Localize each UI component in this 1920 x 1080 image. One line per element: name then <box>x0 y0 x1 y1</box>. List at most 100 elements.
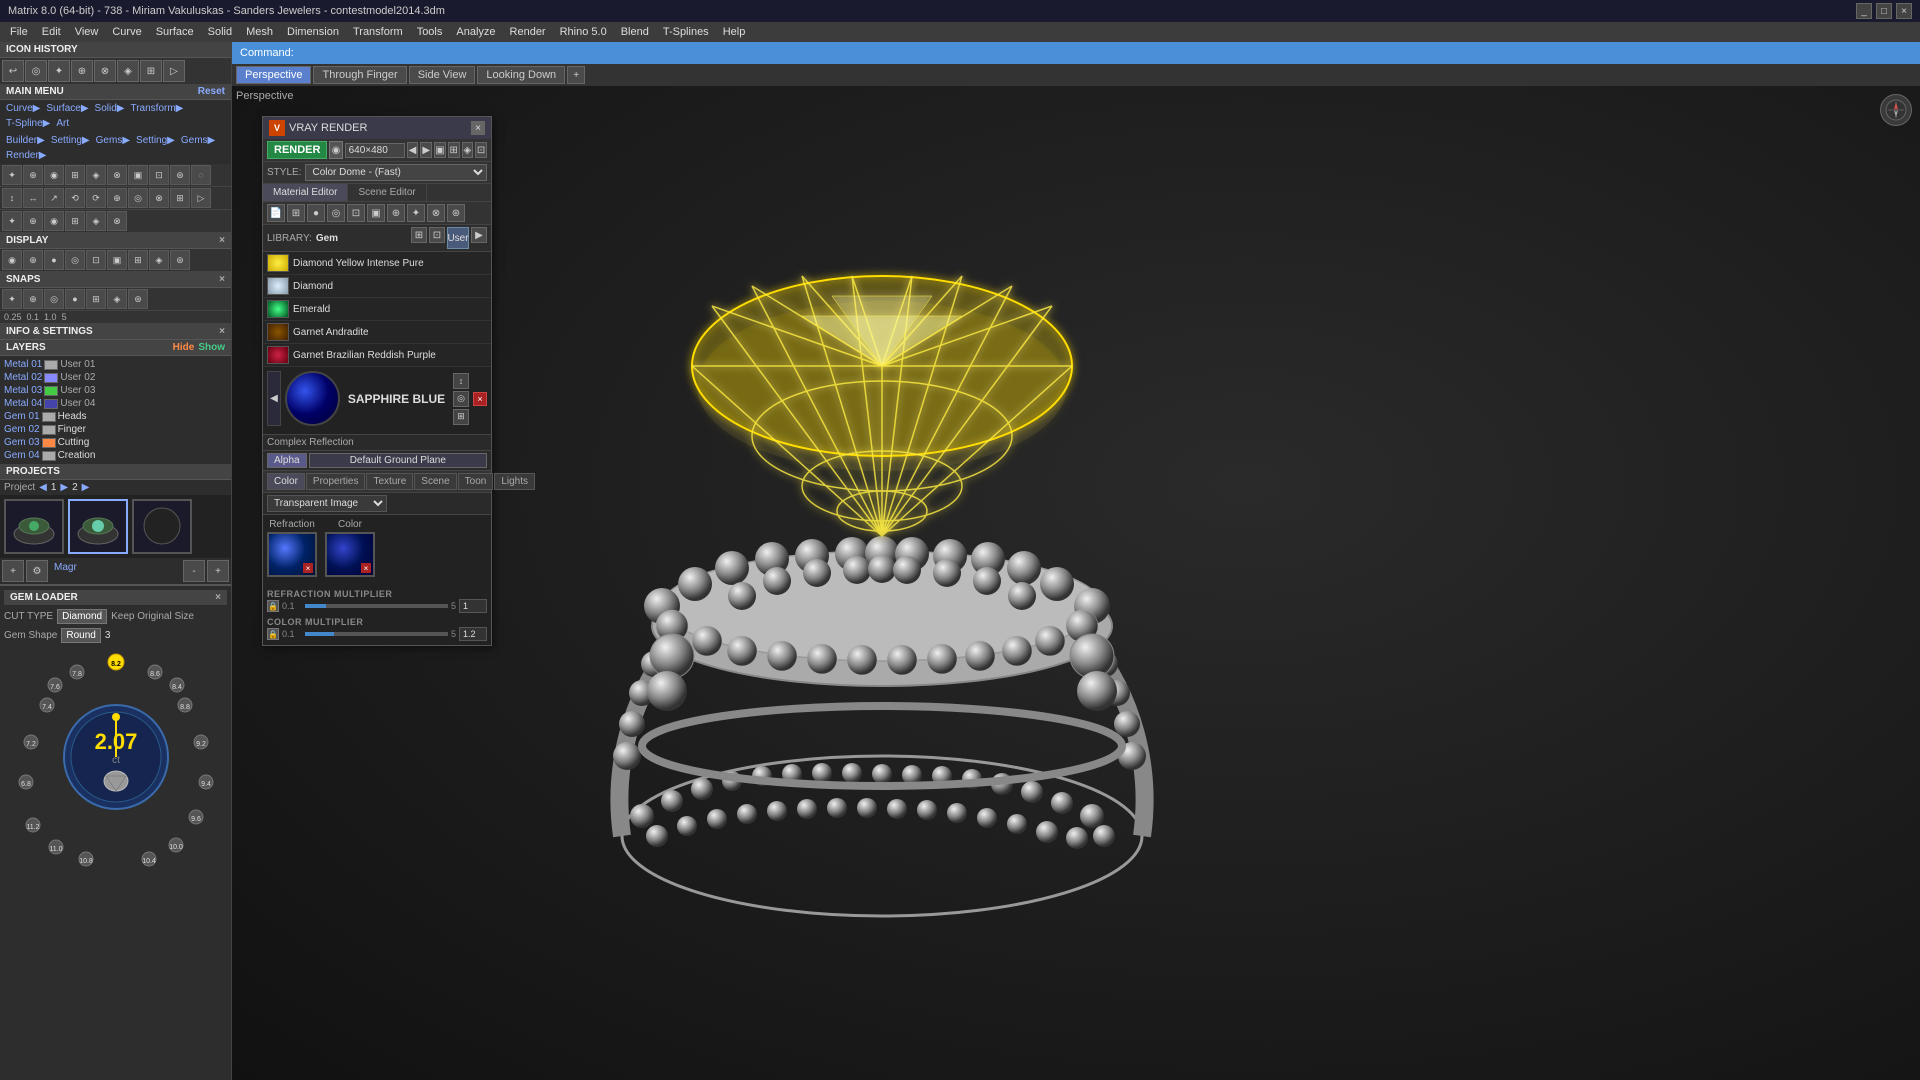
menu-solid[interactable]: Solid <box>202 25 238 39</box>
project-thumb-1[interactable] <box>4 499 64 554</box>
disp-btn-3[interactable]: ● <box>44 250 64 270</box>
preview-delete-btn[interactable]: × <box>473 392 487 406</box>
view-btn-2[interactable]: ⊞ <box>448 142 460 158</box>
tool-2[interactable]: ⊕ <box>23 165 43 185</box>
menu-surface-item[interactable]: Surface▶ <box>44 102 90 115</box>
menu-solid-item[interactable]: Solid▶ <box>93 102 127 115</box>
proj-thumb-btn1[interactable]: ▶ <box>60 482 68 493</box>
tab-color[interactable]: Color <box>267 473 305 490</box>
view-btn-3[interactable]: ◈ <box>462 142 474 158</box>
tab-toon[interactable]: Toon <box>458 473 494 490</box>
menu-curve[interactable]: Curve <box>106 25 147 39</box>
view-btn-4[interactable]: ⊡ <box>475 142 487 158</box>
proj-settings-btn[interactable]: ⚙ <box>26 560 48 582</box>
ih-btn-4[interactable]: ⊕ <box>71 60 93 82</box>
ih-btn-6[interactable]: ◈ <box>117 60 139 82</box>
tool-23[interactable]: ◉ <box>44 211 64 231</box>
snap-btn-1[interactable]: ✦ <box>2 289 22 309</box>
keep-original-size[interactable]: Keep Original Size <box>111 611 194 622</box>
menu-setting-item[interactable]: Setting▶ <box>49 134 92 147</box>
proj-remove-btn[interactable]: - <box>183 560 205 582</box>
res-btn-1[interactable]: ◀ <box>407 142 419 158</box>
color-swatch[interactable]: × <box>325 532 375 577</box>
layer-metal02-toggle[interactable]: Metal 02 <box>4 372 42 383</box>
mat-btn-1[interactable]: 📄 <box>267 204 285 222</box>
refraction-mult-slider[interactable] <box>305 604 448 608</box>
menu-surface[interactable]: Surface <box>150 25 200 39</box>
snap-btn-6[interactable]: ◈ <box>107 289 127 309</box>
snap-btn-3[interactable]: ◎ <box>44 289 64 309</box>
transparent-image-select[interactable]: Transparent Image <box>267 495 387 512</box>
disp-btn-9[interactable]: ⊛ <box>170 250 190 270</box>
tool-9[interactable]: ⊛ <box>170 165 190 185</box>
close-btn[interactable]: × <box>1896 3 1912 19</box>
menu-help[interactable]: Help <box>717 25 752 39</box>
layer-metal03-color[interactable] <box>44 386 58 396</box>
tool-21[interactable]: ✦ <box>2 211 22 231</box>
tool-13[interactable]: ↗ <box>44 188 64 208</box>
menu-art-item[interactable]: Art <box>54 117 71 130</box>
ground-plane-btn[interactable]: Default Ground Plane <box>309 453 487 468</box>
snap-btn-4[interactable]: ● <box>65 289 85 309</box>
proj-prev-btn[interactable]: ◀ <box>39 482 47 493</box>
color-mult-icon[interactable]: 🔒 <box>267 628 279 640</box>
mat-item-diamond[interactable]: Diamond <box>263 275 491 298</box>
tool-14[interactable]: ⟲ <box>65 188 85 208</box>
tab-lights[interactable]: Lights <box>494 473 535 490</box>
vray-close-btn[interactable]: × <box>471 121 485 135</box>
reset-btn[interactable]: Reset <box>198 86 225 97</box>
tool-26[interactable]: ⊗ <box>107 211 127 231</box>
mat-item-diamond-yellow[interactable]: Diamond Yellow Intense Pure <box>263 252 491 275</box>
preview-ctrl-1[interactable]: ↕ <box>453 373 469 389</box>
render-icon-btn[interactable]: ◉ <box>329 141 342 159</box>
cut-type-value[interactable]: Diamond <box>57 609 107 624</box>
tab-texture[interactable]: Texture <box>366 473 413 490</box>
snap-btn-7[interactable]: ⊛ <box>128 289 148 309</box>
resolution-input[interactable] <box>345 143 405 158</box>
tool-8[interactable]: ⊡ <box>149 165 169 185</box>
menu-render[interactable]: Render <box>504 25 552 39</box>
layer-gem03-color[interactable] <box>42 438 56 448</box>
tool-3[interactable]: ◉ <box>44 165 64 185</box>
refraction-delete-btn[interactable]: × <box>303 563 313 573</box>
menu-gems2-item[interactable]: Gems▶ <box>179 134 217 147</box>
ih-btn-3[interactable]: ✦ <box>48 60 70 82</box>
layer-metal01-toggle[interactable]: Metal 01 <box>4 359 42 370</box>
disp-btn-7[interactable]: ⊞ <box>128 250 148 270</box>
layers-hide-btn[interactable]: Hide <box>173 342 195 353</box>
display-close[interactable]: × <box>219 235 225 246</box>
tab-side-view[interactable]: Side View <box>409 66 476 84</box>
layers-show-btn[interactable]: Show <box>198 342 225 353</box>
layer-metal02-color[interactable] <box>44 373 58 383</box>
compass-icon[interactable] <box>1880 94 1912 126</box>
mat-btn-4[interactable]: ◎ <box>327 204 345 222</box>
tool-20[interactable]: ▷ <box>191 188 211 208</box>
gem-loader-close[interactable]: × <box>215 592 221 603</box>
menu-mesh[interactable]: Mesh <box>240 25 279 39</box>
proj-add-btn[interactable]: + <box>2 560 24 582</box>
tool-17[interactable]: ◎ <box>128 188 148 208</box>
tool-18[interactable]: ⊗ <box>149 188 169 208</box>
tool-24[interactable]: ⊞ <box>65 211 85 231</box>
tool-5[interactable]: ◈ <box>86 165 106 185</box>
snap-btn-5[interactable]: ⊞ <box>86 289 106 309</box>
info-close[interactable]: × <box>219 326 225 337</box>
tab-scene[interactable]: Scene <box>414 473 456 490</box>
layer-gem02-toggle[interactable]: Gem 02 <box>4 424 40 435</box>
mat-btn-5[interactable]: ⊡ <box>347 204 365 222</box>
tab-scene-editor[interactable]: Scene Editor <box>348 184 426 201</box>
tool-19[interactable]: ⊞ <box>170 188 190 208</box>
lib-btn-3[interactable]: ▶ <box>471 227 487 243</box>
proj-nav-btn[interactable]: + <box>207 560 229 582</box>
menu-gems-item[interactable]: Gems▶ <box>94 134 132 147</box>
tool-6[interactable]: ⊗ <box>107 165 127 185</box>
layer-metal04-color[interactable] <box>44 399 58 409</box>
tool-10[interactable]: ◌ <box>191 165 211 185</box>
disp-btn-8[interactable]: ◈ <box>149 250 169 270</box>
tool-7[interactable]: ▣ <box>128 165 148 185</box>
tool-12[interactable]: ↔ <box>23 188 43 208</box>
gem-shape-value[interactable]: Round <box>61 628 100 643</box>
menu-tsplines[interactable]: T-Splines <box>657 25 715 39</box>
color-mult-value[interactable]: 1.2 <box>459 627 487 641</box>
menu-transform-item[interactable]: Transform▶ <box>128 102 185 115</box>
